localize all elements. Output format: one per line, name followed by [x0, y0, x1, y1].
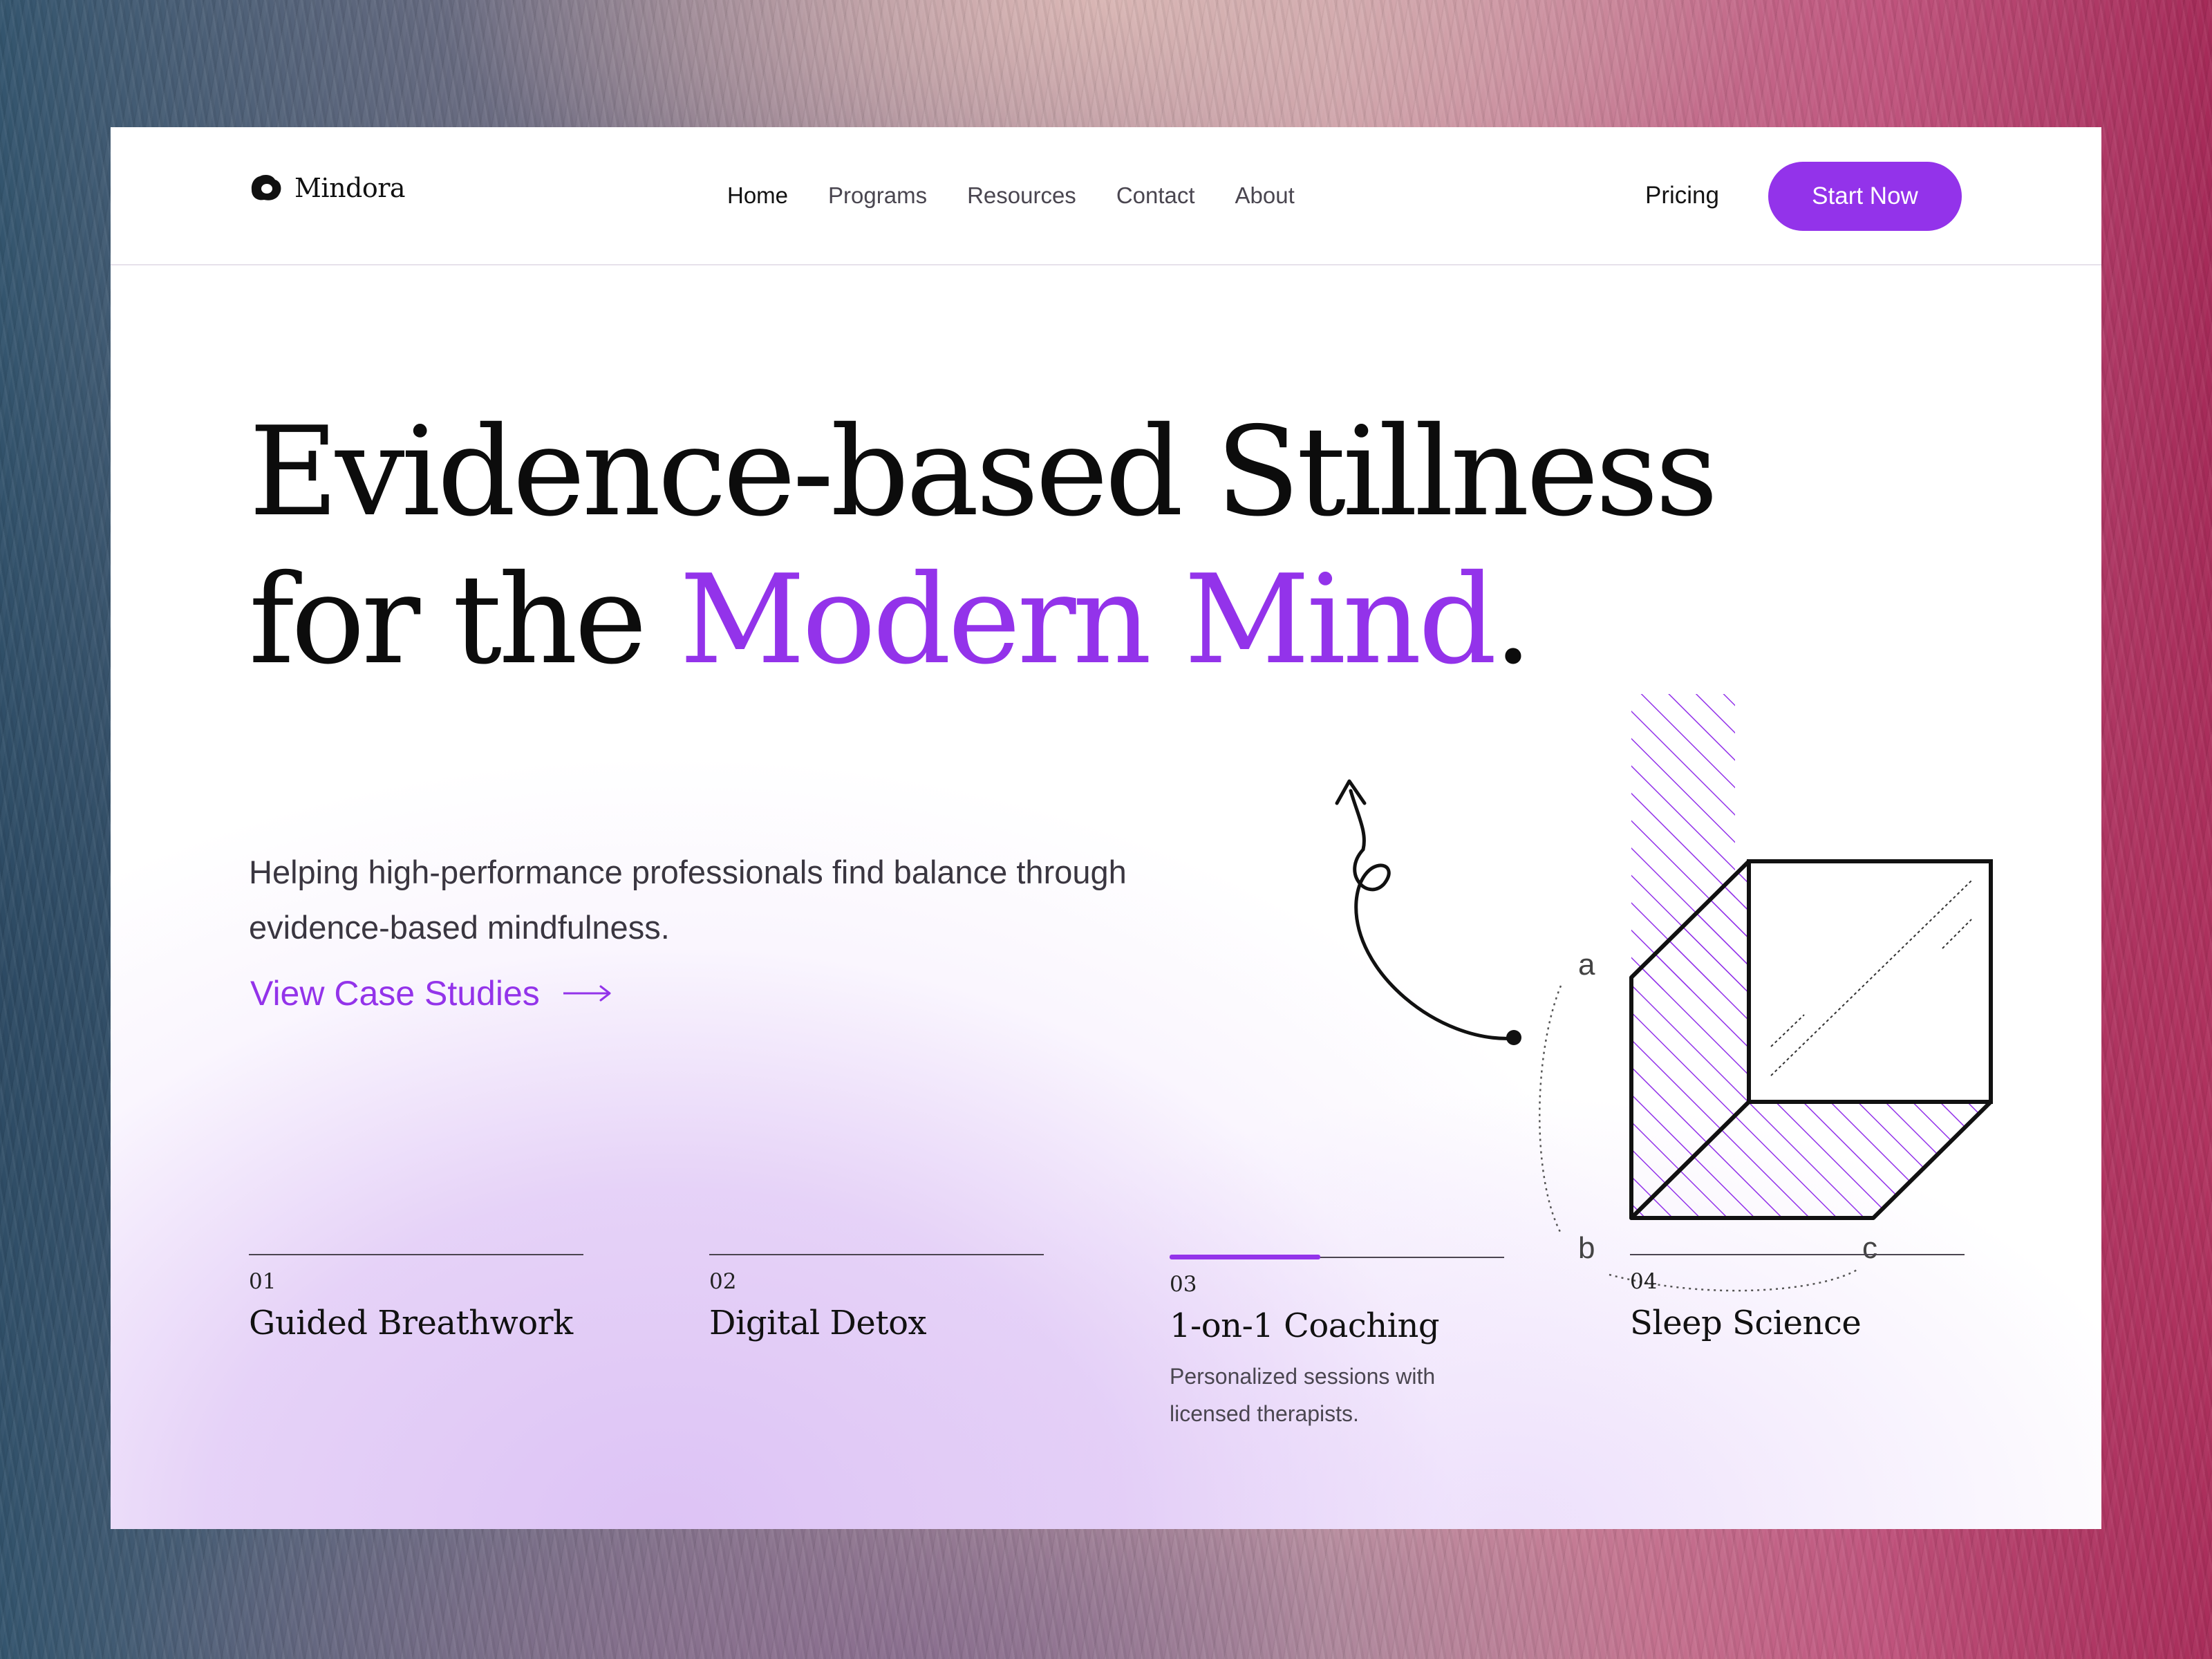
corner-label-a: a	[1578, 948, 1595, 982]
feature-number: 04	[1630, 1269, 1658, 1294]
feature-progress-track	[1170, 1255, 1504, 1259]
feature-progress-fill	[1170, 1255, 1320, 1259]
nav-about[interactable]: About	[1235, 182, 1295, 209]
hero-title-line1: Evidence-based Stillness	[249, 400, 1718, 543]
feature-number: 01	[249, 1269, 276, 1294]
cloud-blob-icon	[251, 174, 281, 200]
hero-title-prefix: for the	[249, 548, 679, 691]
landing-page-window: Mindora Home Programs Resources Contact …	[111, 127, 2101, 1529]
hero-title: Evidence-based Stillness for the Modern …	[249, 398, 1718, 694]
nav-contact[interactable]: Contact	[1116, 182, 1195, 209]
feature-divider	[709, 1254, 1044, 1255]
feature-title: Digital Detox	[709, 1304, 927, 1342]
feature-item-sleep-science[interactable]: 04 Sleep Science	[1630, 1254, 1965, 1342]
feature-number: 02	[709, 1269, 737, 1294]
main-nav: Home Programs Resources Contact About	[727, 127, 1295, 264]
feature-title: Sleep Science	[1630, 1304, 1862, 1342]
feature-item-digital-detox[interactable]: 02 Digital Detox	[709, 1254, 1044, 1342]
feature-title: 1-on-1 Coaching	[1170, 1306, 1440, 1345]
curly-arrow-icon	[1335, 779, 1521, 1045]
brand-logo[interactable]: Mindora	[250, 173, 406, 203]
nav-home[interactable]: Home	[727, 182, 788, 209]
feature-title: Guided Breathwork	[249, 1304, 573, 1342]
corner-label-b: b	[1578, 1231, 1595, 1265]
nav-resources[interactable]: Resources	[967, 182, 1076, 209]
feature-number: 03	[1170, 1272, 1197, 1297]
pricing-link[interactable]: Pricing	[1645, 127, 1719, 264]
hero-title-suffix: .	[1493, 548, 1533, 691]
brand-name: Mindora	[294, 173, 406, 203]
hero-title-accent: Modern Mind	[679, 548, 1497, 691]
feature-divider	[249, 1254, 583, 1255]
feature-divider	[1630, 1254, 1965, 1255]
feature-description: Personalized sessions with licensed ther…	[1170, 1364, 1436, 1426]
feature-item-coaching[interactable]: 03 1-on-1 Coaching Personalized sessions…	[1170, 1255, 1504, 1432]
arrow-right-icon	[563, 985, 611, 1002]
view-case-studies-label: View Case Studies	[250, 974, 540, 1013]
hero-subtitle: Helping high-performance professionals f…	[249, 854, 1127, 946]
hero-illustration: a b c	[1203, 694, 2032, 1302]
top-navbar: Mindora Home Programs Resources Contact …	[111, 127, 2101, 265]
nav-programs[interactable]: Programs	[828, 182, 927, 209]
view-case-studies-link[interactable]: View Case Studies	[250, 973, 612, 1013]
cube-diagram: a b c	[1335, 694, 1993, 1292]
feature-item-guided-breathwork[interactable]: 01 Guided Breathwork	[249, 1254, 583, 1342]
start-now-button[interactable]: Start Now	[1768, 162, 1962, 231]
